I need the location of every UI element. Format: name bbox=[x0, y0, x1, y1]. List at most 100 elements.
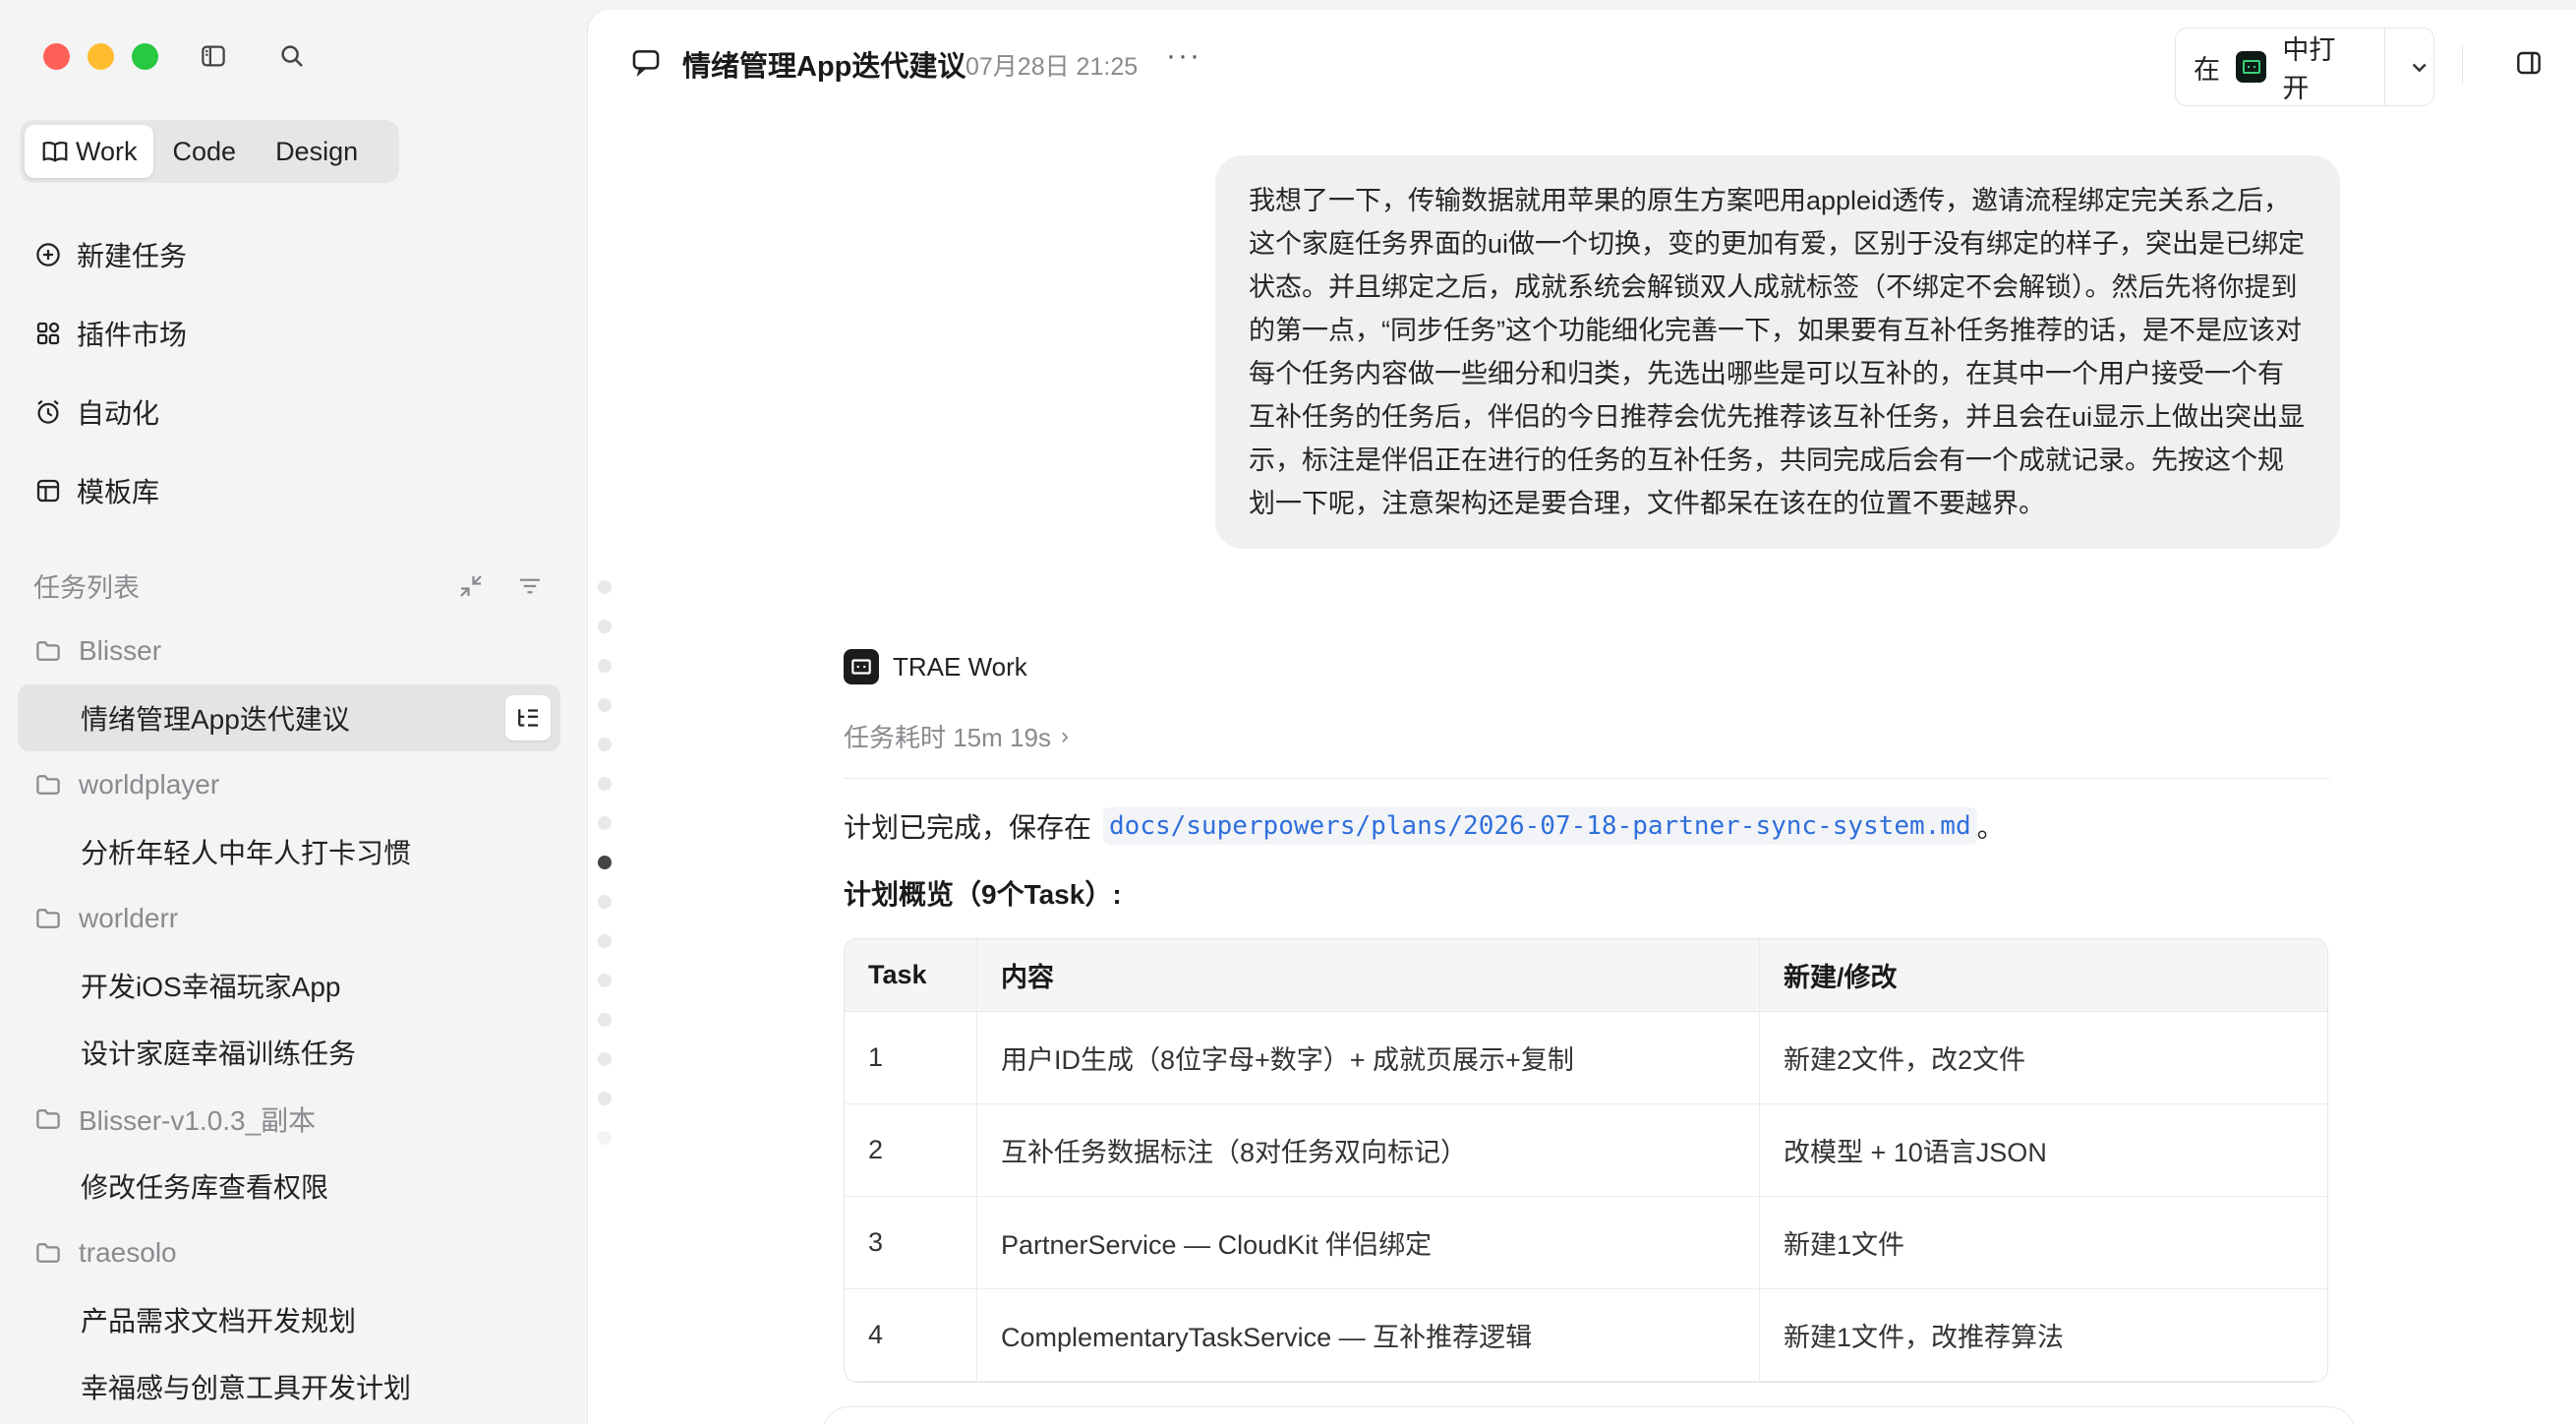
table-cell: 4 bbox=[845, 1289, 976, 1382]
task-item-active[interactable]: 情绪管理App迭代建议 bbox=[18, 684, 560, 751]
nav-label: 插件市场 bbox=[77, 320, 188, 350]
timeline-dot[interactable] bbox=[598, 1131, 612, 1145]
folder-item[interactable]: Blisser-v1.0.3_副本 bbox=[18, 1086, 560, 1153]
timeline-dot[interactable] bbox=[598, 1092, 612, 1105]
filter-icon[interactable] bbox=[515, 571, 545, 601]
table-row: 3 PartnerService — CloudKit 伴侣绑定 新建1文件 bbox=[845, 1197, 2327, 1289]
mode-tab-design[interactable]: Design bbox=[256, 125, 378, 178]
table-cell: ComplementaryTaskService — 互补推荐逻辑 bbox=[976, 1289, 1759, 1382]
done-suffix: 。 bbox=[1976, 812, 2005, 843]
timeline-dot[interactable] bbox=[598, 816, 612, 830]
assistant-name: TRAE Work bbox=[893, 651, 1027, 682]
timeline-dot[interactable] bbox=[598, 1013, 612, 1027]
message-input-box[interactable] bbox=[822, 1406, 2356, 1424]
folder-item[interactable]: worldplayer bbox=[18, 751, 560, 818]
right-panel-toggle-icon[interactable] bbox=[2513, 47, 2545, 79]
task-item[interactable]: 产品需求文档开发规划 bbox=[18, 1286, 560, 1353]
table-cell: 改模型 + 10语言JSON bbox=[1759, 1104, 2327, 1197]
task-item[interactable]: 设计家庭幸福训练任务 bbox=[18, 1019, 560, 1086]
table-row: 2 互补任务数据标注（8对任务双向标记） 改模型 + 10语言JSON bbox=[845, 1104, 2327, 1197]
timeline-dot[interactable] bbox=[598, 698, 612, 712]
nav-template-library[interactable]: 模板库 bbox=[33, 466, 159, 515]
page-title: 情绪管理App迭代建议 bbox=[682, 51, 966, 83]
timeline-dot[interactable] bbox=[598, 738, 612, 751]
window-controls bbox=[43, 43, 158, 70]
task-label: 情绪管理App迭代建议 bbox=[81, 704, 350, 735]
timeline-dot[interactable] bbox=[598, 1052, 612, 1066]
column-header: Task bbox=[845, 939, 976, 1012]
task-duration-toggle[interactable]: 任务耗时 15m 19s › bbox=[844, 718, 2330, 779]
table-cell: 用户ID生成（8位字母+数字）+ 成就页展示+复制 bbox=[976, 1012, 1759, 1104]
table-cell: 1 bbox=[845, 1012, 976, 1104]
nav-automation[interactable]: 自动化 bbox=[33, 387, 159, 437]
task-label: 设计家庭幸福训练任务 bbox=[81, 1038, 357, 1069]
book-icon bbox=[42, 141, 68, 162]
nav-plugin-market[interactable]: 插件市场 bbox=[33, 309, 187, 358]
zoom-window-button[interactable] bbox=[132, 43, 158, 70]
timeline-dot[interactable] bbox=[598, 620, 612, 633]
task-outline-button[interactable] bbox=[505, 695, 551, 741]
timeline-dot[interactable] bbox=[598, 974, 612, 987]
task-label: 分析年轻人中年人打卡习惯 bbox=[81, 838, 412, 868]
nav-label: 自动化 bbox=[77, 398, 160, 429]
chevron-down-icon[interactable] bbox=[2405, 52, 2433, 82]
open-in-button[interactable]: 在 中打开 bbox=[2175, 28, 2434, 106]
plan-table: Task 内容 新建/修改 1 用户ID生成（8位字母+数字）+ 成就页展示+复… bbox=[844, 938, 2328, 1383]
timeline-dot[interactable] bbox=[598, 895, 612, 909]
duration-text: 任务耗时 15m 19s bbox=[844, 723, 1051, 752]
timeline-dot[interactable] bbox=[598, 659, 612, 673]
mode-tab-work[interactable]: Work bbox=[25, 125, 153, 178]
plan-done-line: 计划已完成，保存在 docs/superpowers/plans/2026-07… bbox=[844, 806, 2330, 846]
plan-file-path[interactable]: docs/superpowers/plans/2026-07-18-partne… bbox=[1103, 807, 1977, 845]
collapse-icon[interactable] bbox=[456, 571, 486, 601]
sidebar-toggle-icon[interactable] bbox=[199, 41, 228, 71]
table-cell: 互补任务数据标注（8对任务双向标记） bbox=[976, 1104, 1759, 1197]
mode-tab-label: Code bbox=[172, 136, 237, 166]
more-options-button[interactable]: ··· bbox=[1166, 39, 1201, 73]
trae-logo-icon bbox=[844, 649, 879, 684]
folder-icon bbox=[36, 641, 60, 661]
sidebar: Work Code Design 新建任务 插件市场 自动化 模板库 任务列表 … bbox=[0, 0, 586, 1424]
timestamp: 07月28日 21:25 bbox=[966, 53, 1139, 81]
task-item[interactable]: 分析年轻人中年人打卡习惯 bbox=[18, 818, 560, 885]
chevron-right-icon: › bbox=[1060, 722, 1069, 749]
main-panel: 情绪管理App迭代建议 07月28日 21:25 ··· 在 中打开 我想了一下… bbox=[588, 10, 2576, 1424]
task-item[interactable]: 修改任务库查看权限 bbox=[18, 1153, 560, 1219]
user-message-bubble: 我想了一下，传输数据就用苹果的原生方案吧用appleid透传，邀请流程绑定完关系… bbox=[1215, 155, 2340, 549]
column-header: 新建/修改 bbox=[1759, 939, 2327, 1012]
folder-item[interactable]: traesolo bbox=[18, 1219, 560, 1286]
table-row: 4 ComplementaryTaskService — 互补推荐逻辑 新建1文… bbox=[845, 1289, 2327, 1382]
column-header: 内容 bbox=[976, 939, 1759, 1012]
table-row: 1 用户ID生成（8位字母+数字）+ 成就页展示+复制 新建2文件，改2文件 bbox=[845, 1012, 2327, 1104]
chat-header: 情绪管理App迭代建议 07月28日 21:25 ··· 在 中打开 bbox=[588, 10, 2576, 108]
task-item[interactable]: 开发iOS幸福玩家App bbox=[18, 952, 560, 1019]
nav-new-task[interactable]: 新建任务 bbox=[33, 230, 187, 279]
table-cell: 2 bbox=[845, 1104, 976, 1197]
folder-icon bbox=[36, 909, 60, 928]
divider bbox=[2462, 45, 2463, 85]
trae-app-icon bbox=[2236, 51, 2267, 83]
task-item[interactable]: 幸福感与创意工具开发计划 bbox=[18, 1353, 560, 1420]
close-window-button[interactable] bbox=[43, 43, 70, 70]
open-in-label: 中打开 bbox=[2282, 35, 2336, 103]
nav-label: 新建任务 bbox=[77, 241, 188, 271]
mode-tab-code[interactable]: Code bbox=[153, 125, 257, 178]
task-list-header: 任务列表 bbox=[33, 566, 545, 605]
timeline-dot-current[interactable] bbox=[598, 856, 612, 869]
timeline-dot[interactable] bbox=[598, 777, 612, 791]
mode-tab-label: Design bbox=[275, 136, 359, 166]
task-label: 幸福感与创意工具开发计划 bbox=[81, 1373, 412, 1403]
timeline-dot[interactable] bbox=[598, 934, 612, 948]
section-title: 任务列表 bbox=[33, 573, 140, 603]
folder-label: worldplayer bbox=[79, 769, 220, 800]
table-cell: 新建2文件，改2文件 bbox=[1759, 1012, 2327, 1104]
minimize-window-button[interactable] bbox=[88, 43, 114, 70]
timeline-dot[interactable] bbox=[598, 580, 612, 594]
folder-item[interactable]: worlderr bbox=[18, 885, 560, 952]
folder-item[interactable]: Blisser bbox=[18, 618, 560, 684]
assistant-message: TRAE Work 任务耗时 15m 19s › 计划已完成，保存在 docs/… bbox=[844, 649, 2330, 1383]
template-icon bbox=[36, 479, 60, 503]
table-cell: PartnerService — CloudKit 伴侣绑定 bbox=[976, 1197, 1759, 1289]
table-header-row: Task 内容 新建/修改 bbox=[845, 939, 2327, 1012]
search-icon[interactable] bbox=[277, 41, 307, 71]
